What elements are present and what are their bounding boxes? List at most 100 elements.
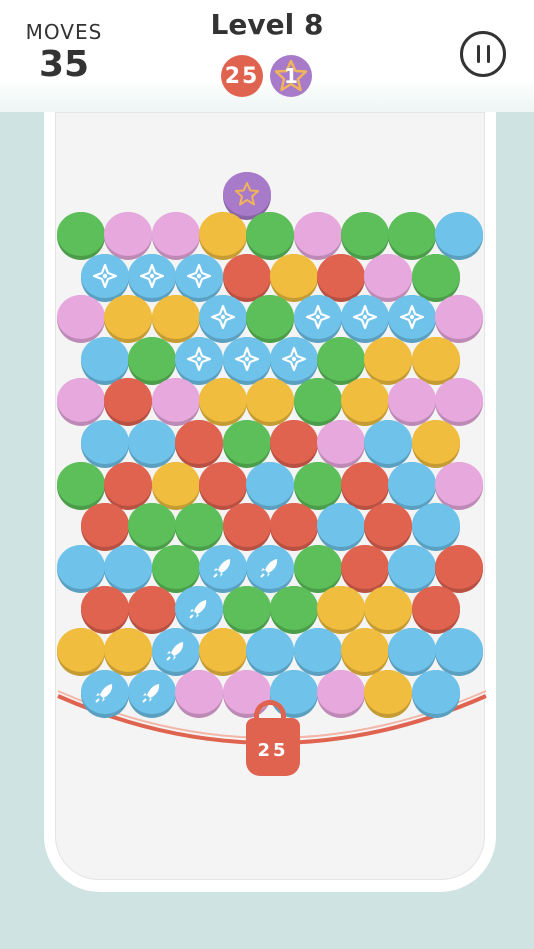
- blue-bubble[interactable]: [104, 544, 153, 593]
- green-bubble[interactable]: [57, 461, 105, 510]
- yellow-bubble[interactable]: [57, 628, 105, 676]
- pink-bubble[interactable]: [151, 378, 200, 427]
- ninja-bubble[interactable]: [198, 295, 247, 344]
- rocket-bubble[interactable]: [80, 669, 129, 718]
- yellow-bubble[interactable]: [340, 628, 389, 676]
- yellow-bubble[interactable]: [364, 336, 413, 385]
- pink-bubble[interactable]: [57, 295, 105, 344]
- rocket-bubble[interactable]: [246, 544, 295, 593]
- rocket-bubble[interactable]: [175, 586, 224, 635]
- yellow-bubble[interactable]: [269, 253, 318, 302]
- green-bubble[interactable]: [317, 336, 366, 385]
- pink-bubble[interactable]: [293, 212, 342, 260]
- blue-bubble[interactable]: [388, 461, 437, 510]
- yellow-bubble[interactable]: [411, 420, 460, 468]
- green-bubble[interactable]: [269, 586, 318, 635]
- red-bubble[interactable]: [269, 503, 318, 552]
- pink-bubble[interactable]: [104, 212, 153, 260]
- yellow-bubble[interactable]: [151, 295, 200, 344]
- blue-bubble[interactable]: [317, 503, 366, 552]
- green-bubble[interactable]: [127, 336, 176, 385]
- red-bubble[interactable]: [222, 503, 271, 552]
- pink-bubble[interactable]: [317, 669, 366, 718]
- pink-bubble[interactable]: [388, 378, 437, 427]
- rocket-bubble[interactable]: [198, 544, 247, 593]
- blue-bubble[interactable]: [411, 669, 460, 718]
- yellow-bubble[interactable]: [198, 628, 247, 676]
- pink-bubble[interactable]: [151, 212, 200, 260]
- red-bubble[interactable]: [198, 461, 247, 510]
- blue-bubble[interactable]: [246, 628, 295, 676]
- ninja-bubble[interactable]: [175, 253, 224, 302]
- yellow-bubble[interactable]: [317, 586, 366, 635]
- red-bubble[interactable]: [269, 420, 318, 468]
- ninja-bubble[interactable]: [127, 253, 176, 302]
- red-bubble[interactable]: [80, 586, 129, 635]
- green-bubble[interactable]: [388, 212, 437, 260]
- red-bubble[interactable]: [340, 461, 389, 510]
- blue-bubble[interactable]: [127, 420, 176, 468]
- blue-bubble[interactable]: [388, 544, 437, 593]
- green-bubble[interactable]: [246, 212, 295, 260]
- red-bubble[interactable]: [104, 461, 153, 510]
- pink-bubble[interactable]: [364, 253, 413, 302]
- yellow-bubble[interactable]: [364, 669, 413, 718]
- green-bubble[interactable]: [293, 461, 342, 510]
- blue-bubble[interactable]: [246, 461, 295, 510]
- yellow-bubble[interactable]: [198, 378, 247, 427]
- green-bubble[interactable]: [57, 212, 105, 260]
- pink-bubble[interactable]: [435, 378, 484, 427]
- green-bubble[interactable]: [222, 420, 271, 468]
- blue-bubble[interactable]: [388, 628, 437, 676]
- rocket-bubble[interactable]: [151, 628, 200, 676]
- yellow-bubble[interactable]: [104, 628, 153, 676]
- red-bubble[interactable]: [104, 378, 153, 427]
- green-bubble[interactable]: [151, 544, 200, 593]
- blue-bubble[interactable]: [435, 212, 484, 260]
- pink-bubble[interactable]: [57, 378, 105, 427]
- blue-bubble[interactable]: [57, 544, 105, 593]
- green-bubble[interactable]: [246, 295, 295, 344]
- ninja-bubble[interactable]: [388, 295, 437, 344]
- pink-bubble[interactable]: [435, 461, 484, 510]
- red-bubble[interactable]: [364, 503, 413, 552]
- bubble-face: [364, 669, 413, 714]
- green-bubble[interactable]: [340, 212, 389, 260]
- ninja-bubble[interactable]: [80, 253, 129, 302]
- blue-bubble[interactable]: [80, 336, 129, 385]
- red-bubble[interactable]: [222, 253, 271, 302]
- rocket-bubble[interactable]: [127, 669, 176, 718]
- pink-bubble[interactable]: [175, 669, 224, 718]
- red-bubble[interactable]: [127, 586, 176, 635]
- green-bubble[interactable]: [293, 378, 342, 427]
- ninja-bubble[interactable]: [293, 295, 342, 344]
- red-bubble[interactable]: [411, 586, 460, 635]
- yellow-bubble[interactable]: [246, 378, 295, 427]
- green-bubble[interactable]: [411, 253, 460, 302]
- red-bubble[interactable]: [317, 253, 366, 302]
- ninja-bubble[interactable]: [269, 336, 318, 385]
- blue-bubble[interactable]: [293, 628, 342, 676]
- ninja-bubble[interactable]: [340, 295, 389, 344]
- green-bubble[interactable]: [175, 503, 224, 552]
- green-bubble[interactable]: [293, 544, 342, 593]
- pink-bubble[interactable]: [317, 420, 366, 468]
- yellow-bubble[interactable]: [364, 586, 413, 635]
- yellow-bubble[interactable]: [340, 378, 389, 427]
- red-bubble[interactable]: [435, 544, 484, 593]
- blue-bubble[interactable]: [80, 420, 129, 468]
- green-bubble[interactable]: [222, 586, 271, 635]
- ninja-bubble[interactable]: [222, 336, 271, 385]
- green-bubble[interactable]: [127, 503, 176, 552]
- blue-bubble[interactable]: [411, 503, 460, 552]
- blue-bubble[interactable]: [364, 420, 413, 468]
- yellow-bubble[interactable]: [151, 461, 200, 510]
- red-bubble[interactable]: [175, 420, 224, 468]
- ninja-bubble[interactable]: [175, 336, 224, 385]
- yellow-bubble[interactable]: [198, 212, 247, 260]
- yellow-bubble[interactable]: [104, 295, 153, 344]
- bubble-face: [340, 461, 389, 506]
- pink-bubble[interactable]: [435, 295, 484, 344]
- red-bubble[interactable]: [80, 503, 129, 552]
- blue-bubble[interactable]: [435, 628, 484, 676]
